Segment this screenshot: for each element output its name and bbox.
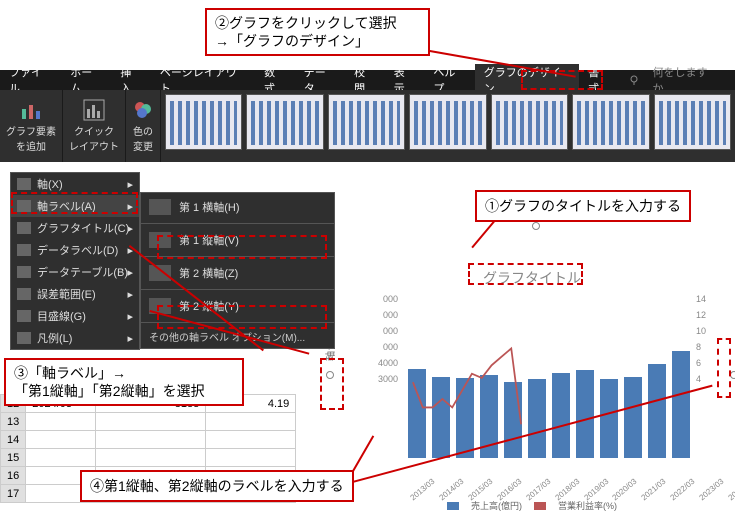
row-header[interactable]: 13 (1, 413, 26, 431)
submenu-primary-horizontal[interactable]: 第 1 横軸(H) (141, 193, 334, 221)
quick-layout-label: クイック レイアウト (69, 123, 119, 153)
annotation-step1: ①グラフのタイトルを入力する (475, 190, 691, 222)
quick-layout-icon (83, 99, 105, 121)
style-thumbnail[interactable] (409, 94, 486, 150)
highlight-axis-label-menu (11, 192, 138, 214)
chart-element-icon (20, 99, 42, 121)
legend-label: 売上高(億円) (471, 499, 522, 512)
separator (141, 223, 334, 224)
menu-legend[interactable]: 凡例(L)▸ (11, 327, 139, 349)
highlight-axis-label-box (320, 358, 344, 410)
highlight-secondary-vertical (157, 305, 327, 329)
highlight-y2-area (717, 338, 731, 398)
menu-data-table[interactable]: データテーブル(B)▸ (11, 261, 139, 283)
row-header[interactable]: 16 (1, 467, 26, 485)
y1-ticks: 00000000000040003000 (370, 291, 398, 387)
change-colors-button[interactable]: 色の 変更 (126, 90, 161, 162)
chevron-right-icon: ▸ (127, 222, 133, 235)
annotation-step2: ②グラフをクリックして選択 →「グラフのデザイン」 (205, 8, 430, 56)
h-axis-icon (149, 199, 171, 215)
chevron-right-icon: ▸ (127, 332, 133, 345)
title-icon (17, 222, 31, 234)
change-colors-label: 色の 変更 (133, 123, 153, 153)
bulb-icon (628, 74, 640, 86)
separator (141, 289, 334, 290)
legend-swatch-bar (447, 502, 459, 510)
data-label-icon (17, 244, 31, 256)
h2-axis-icon (149, 265, 171, 281)
chart-legend[interactable]: 売上高(億円) 営業利益率(%) (447, 499, 617, 512)
annotation-step3: ③「軸ラベル」→ 「第1縦軸」「第2縦軸」を選択 (4, 358, 244, 406)
menu-error-bars[interactable]: 誤差範囲(E)▸ (11, 283, 139, 305)
axis-icon (17, 178, 31, 190)
chevron-right-icon: ▸ (127, 288, 133, 301)
annotation-step4: ④第1縦軸、第2縦軸のラベルを入力する (80, 470, 354, 502)
style-thumbnail[interactable] (491, 94, 568, 150)
legend-label: 営業利益率(%) (558, 499, 617, 512)
error-bar-icon (17, 288, 31, 300)
change-colors-icon (132, 99, 154, 121)
chevron-right-icon: ▸ (127, 310, 133, 323)
highlight-chart-design-tab (521, 70, 603, 90)
selection-handle[interactable] (532, 222, 540, 230)
style-thumbnail[interactable] (654, 94, 731, 150)
chart-styles-gallery[interactable]: グラフ スタイル (161, 90, 735, 162)
add-chart-element-label: グラフ要素 を追加 (6, 123, 56, 153)
chevron-right-icon: ▸ (127, 178, 133, 191)
menu-chart-title[interactable]: グラフタイトル(C)▸ (11, 217, 139, 239)
group-label-chart-styles: グラフ スタイル (412, 161, 485, 162)
legend-swatch-line (534, 502, 546, 510)
y2-ticks: 141210864 (696, 291, 714, 387)
menu-data-label[interactable]: データラベル(D)▸ (11, 239, 139, 261)
ribbon-chart-design: グラフ要素 を追加 クイック レイアウト 色の 変更 グラフ スタイル (0, 90, 735, 162)
style-thumbnail[interactable] (572, 94, 649, 150)
gridline-icon (17, 310, 31, 322)
ribbon-tab-strip: ファイル ホーム 挿入 ページレイアウト 数式 データ 校閲 表示 ヘルプ グラ… (0, 70, 735, 90)
highlight-chart-title (468, 263, 583, 285)
data-table-icon (17, 266, 31, 278)
legend-icon (17, 332, 31, 344)
style-thumbnail[interactable] (165, 94, 242, 150)
highlight-primary-vertical (157, 235, 327, 259)
submenu-secondary-horizontal[interactable]: 第 2 横軸(Z) (141, 259, 334, 287)
style-thumbnail[interactable] (328, 94, 405, 150)
x-labels: 2013/032014/032015/032016/032017/032018/… (408, 485, 690, 494)
row-header[interactable]: 17 (1, 485, 26, 503)
style-thumbnail[interactable] (246, 94, 323, 150)
quick-layout-button[interactable]: クイック レイアウト (63, 90, 126, 162)
row-header[interactable]: 15 (1, 449, 26, 467)
chevron-right-icon: ▸ (127, 266, 133, 279)
add-chart-element-button[interactable]: グラフ要素 を追加 (0, 90, 63, 162)
row-header[interactable]: 14 (1, 431, 26, 449)
menu-gridlines[interactable]: 目盛線(G)▸ (11, 305, 139, 327)
